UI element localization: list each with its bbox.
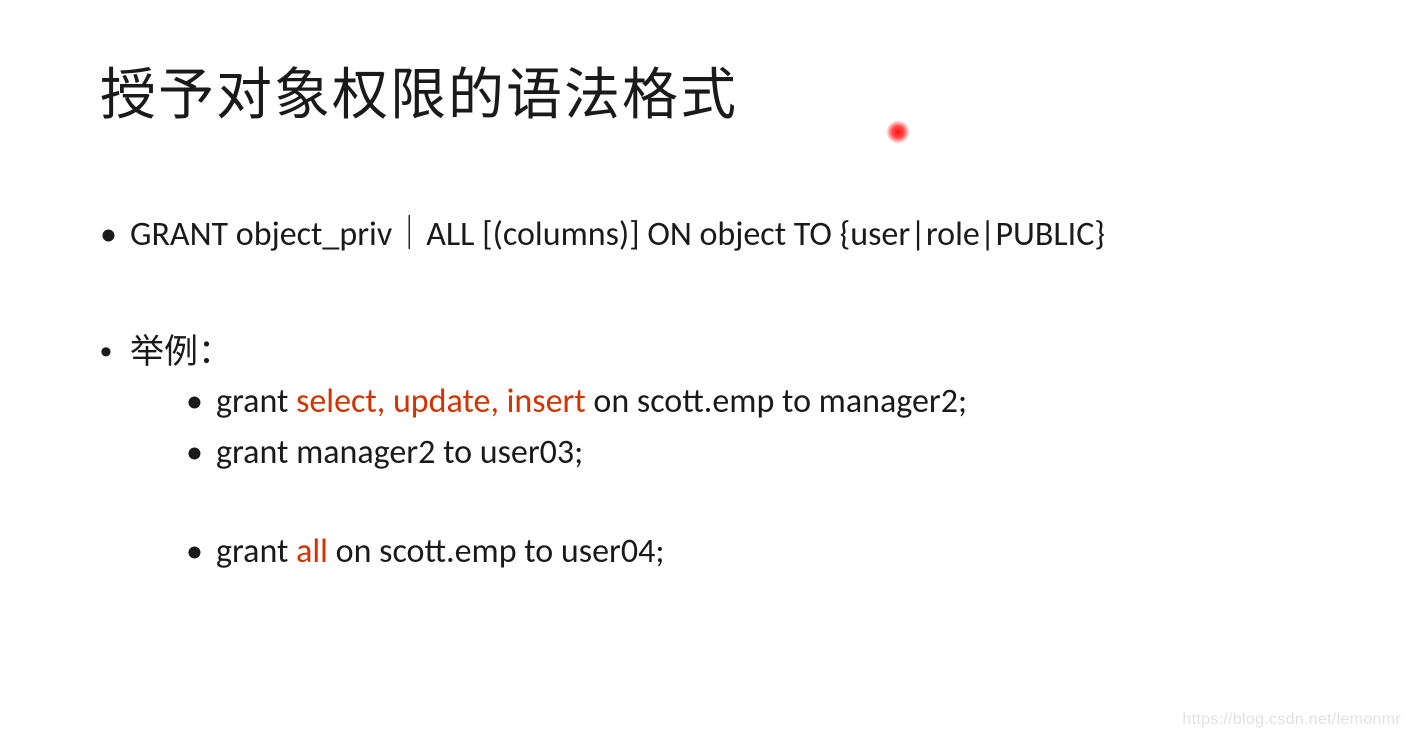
ex3-post: on scott.emp to user04; — [328, 531, 664, 572]
ex3-highlight: all — [296, 531, 328, 572]
slide-title: 授予对象权限的语法格式 — [100, 50, 1323, 131]
example-line-1: grant select, update, insert on scott.em… — [186, 376, 1323, 427]
syntax-line: GRANT object_priv｜ALL [(columns)] ON obj… — [100, 211, 1323, 259]
ex1-post: on scott.emp to manager2; — [586, 381, 967, 422]
example-line-3: grant all on scott.emp to user04; — [186, 526, 1323, 577]
watermark-text: https://blog.csdn.net/lemonmr — [1182, 711, 1401, 729]
ex1-pre: grant — [216, 381, 296, 422]
slide-container: 授予对象权限的语法格式 GRANT object_priv｜ALL [(colu… — [0, 0, 1423, 577]
ex1-highlight: select, update, insert — [296, 381, 586, 422]
example-header-text: 举例： — [130, 333, 232, 371]
ex2-text: grant manager2 to user03; — [216, 432, 583, 473]
example-line-2: grant manager2 to user03; — [186, 427, 1323, 478]
example-sub-list: grant select, update, insert on scott.em… — [186, 376, 1323, 577]
syntax-text: GRANT object_priv｜ALL [(columns)] ON obj… — [130, 214, 1105, 255]
main-bullet-list: GRANT object_priv｜ALL [(columns)] ON obj… — [100, 211, 1323, 577]
ex3-pre: grant — [216, 531, 296, 572]
example-header-item: 举例： grant select, update, insert on scot… — [100, 329, 1323, 578]
